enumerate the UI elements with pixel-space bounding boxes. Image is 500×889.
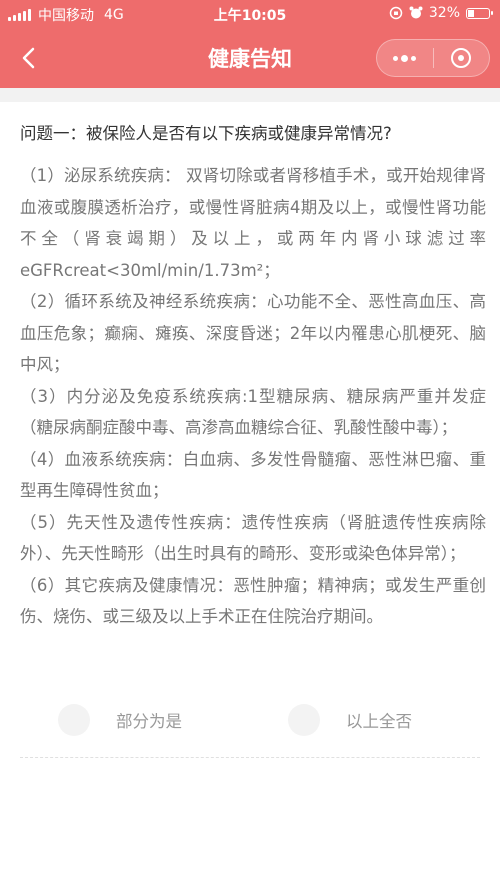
status-right: 32% (389, 5, 493, 21)
mini-program-capsule (376, 39, 490, 77)
answer-options: 部分为是 以上全否 (0, 700, 500, 740)
radio-button[interactable] (58, 704, 90, 736)
answer-all-no[interactable]: 以上全否 (288, 700, 412, 740)
more-button[interactable] (377, 40, 433, 76)
header: 中国移动 4G 上午10:05 32% 健康告知 (0, 0, 500, 88)
divider-band (0, 88, 500, 102)
question-item: （2）循环系统及神经系统疾病：心功能不全、恶性高血压、高血压危象；癫痫、瘫痪、深… (20, 292, 486, 374)
battery-fill (468, 9, 474, 17)
status-bar: 中国移动 4G 上午10:05 32% (0, 0, 500, 28)
answer-partial-yes[interactable]: 部分为是 (58, 700, 182, 740)
close-button[interactable] (434, 40, 490, 76)
orientation-lock-icon (389, 6, 403, 20)
dashed-divider (20, 757, 480, 758)
question-item: （6）其它疾病及健康情况：恶性肿瘤；精神病；或发生严重创伤、烧伤、或三级及以上手… (20, 575, 486, 627)
question-items: （1）泌尿系统疾病： 双肾切除或者肾移植手术，或开始规律肾血液或腹膜透析治疗，或… (20, 160, 486, 633)
nav-bar: 健康告知 (0, 28, 500, 88)
question-title: 问题一：被保险人是否有以下疾病或健康异常情况? (20, 124, 392, 143)
answer-label: 以上全否 (346, 712, 412, 731)
more-dots-icon (393, 54, 417, 62)
answer-label: 部分为是 (116, 712, 182, 731)
alarm-icon (409, 6, 423, 19)
battery-percent: 32% (428, 5, 460, 21)
question-item: （5）先天性及遗传性疾病：遗传性疾病（肾脏遗传性疾病除外）、先天性畸形（出生时具… (20, 512, 486, 564)
radio-button[interactable] (288, 704, 320, 736)
question-item: （1）泌尿系统疾病： 双肾切除或者肾移植手术，或开始规律肾血液或腹膜透析治疗，或… (20, 166, 486, 280)
question-item: （4）血液系统疾病：白血病、多发性骨髓瘤、恶性淋巴瘤、重型再生障碍性贫血； (20, 449, 486, 501)
battery-icon (466, 7, 493, 19)
target-circle-icon (451, 48, 472, 68)
question-item: （3）内分泌及免疫系统疾病:1型糖尿病、糖尿病严重并发症（糖尿病酮症酸中毒、高渗… (20, 386, 486, 438)
